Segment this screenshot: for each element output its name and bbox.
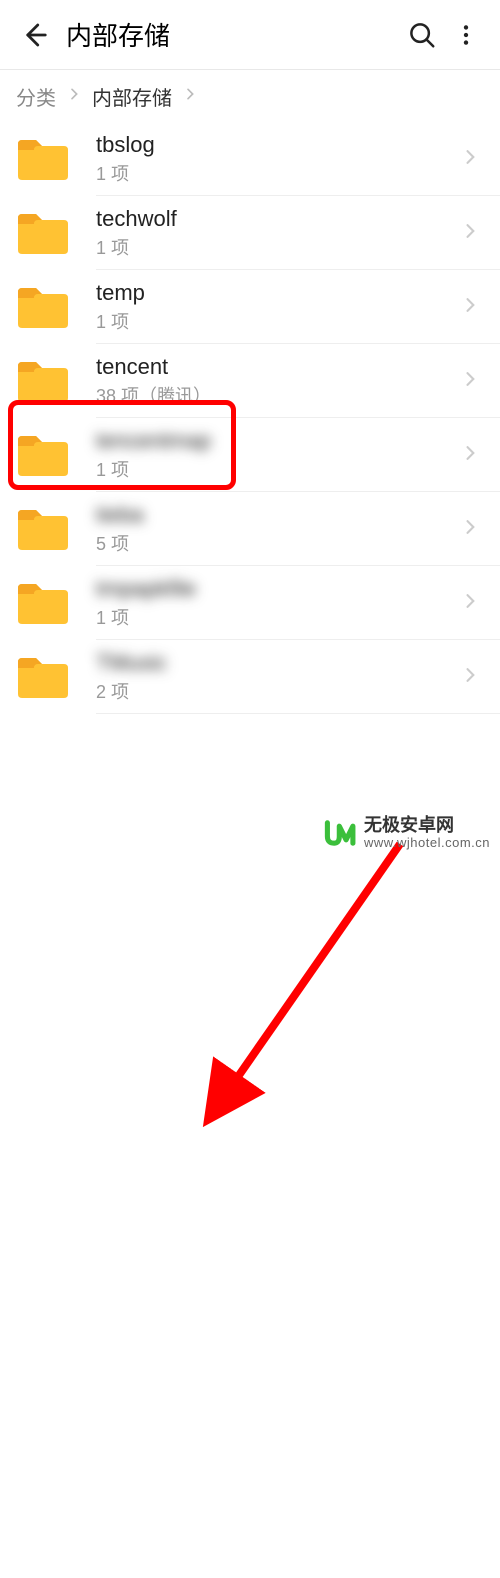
folder-icon bbox=[16, 654, 70, 700]
chevron-right-icon bbox=[66, 85, 82, 108]
chevron-right-icon bbox=[456, 221, 484, 246]
folder-name: tieba bbox=[96, 502, 456, 528]
search-icon[interactable] bbox=[400, 13, 444, 57]
folder-name: tencentmap bbox=[96, 428, 456, 454]
chevron-right-icon bbox=[456, 591, 484, 616]
list-item[interactable]: TMusic2 项 bbox=[0, 640, 500, 714]
chevron-right-icon bbox=[456, 295, 484, 320]
item-count: 2 项 bbox=[96, 678, 456, 704]
folder-icon bbox=[16, 506, 70, 552]
chevron-right-icon bbox=[456, 443, 484, 468]
folder-icon bbox=[16, 136, 70, 182]
watermark-logo-icon bbox=[324, 816, 358, 850]
crumb-current[interactable]: 内部存储 bbox=[92, 82, 172, 111]
chevron-right-icon bbox=[456, 369, 484, 394]
item-count: 1 项 bbox=[96, 160, 456, 186]
list-item[interactable]: temp1 项 bbox=[0, 270, 500, 344]
back-icon[interactable] bbox=[12, 13, 56, 57]
list-item[interactable]: tbslog1 项 bbox=[0, 122, 500, 196]
breadcrumb: 分类 内部存储 bbox=[0, 70, 500, 122]
list-item[interactable]: tencent38 项（腾讯） bbox=[0, 344, 500, 418]
folder-name: tbslog bbox=[96, 132, 456, 158]
item-text: techwolf1 项 bbox=[96, 206, 456, 260]
folder-name: tmpapkfile bbox=[96, 576, 456, 602]
folder-icon bbox=[16, 284, 70, 330]
folder-list: tbslog1 项techwolf1 项temp1 项tencent38 项（腾… bbox=[0, 122, 500, 714]
watermark-title: 无极安卓网 bbox=[364, 816, 490, 836]
header-bar: 内部存储 bbox=[0, 0, 500, 70]
item-text: tencent38 项（腾讯） bbox=[96, 354, 456, 408]
list-item[interactable]: tmpapkfile1 项 bbox=[0, 566, 500, 640]
item-count: 5 项 bbox=[96, 530, 456, 556]
chevron-right-icon bbox=[182, 85, 198, 108]
item-count: 1 项 bbox=[96, 604, 456, 630]
item-text: TMusic2 项 bbox=[96, 650, 456, 704]
chevron-right-icon bbox=[456, 147, 484, 172]
chevron-right-icon bbox=[456, 665, 484, 690]
more-icon[interactable] bbox=[444, 13, 488, 57]
list-item[interactable]: tieba5 项 bbox=[0, 492, 500, 566]
folder-icon bbox=[16, 358, 70, 404]
item-text: temp1 项 bbox=[96, 280, 456, 334]
item-text: tencentmap1 项 bbox=[96, 428, 456, 482]
folder-icon bbox=[16, 580, 70, 626]
page-title: 内部存储 bbox=[66, 16, 400, 53]
watermark-url: www.wjhotel.com.cn bbox=[364, 836, 490, 850]
item-text: tmpapkfile1 项 bbox=[96, 576, 456, 630]
crumb-root[interactable]: 分类 bbox=[16, 82, 56, 111]
folder-icon bbox=[16, 210, 70, 256]
list-item[interactable]: techwolf1 项 bbox=[0, 196, 500, 270]
folder-name: techwolf bbox=[96, 206, 456, 232]
chevron-right-icon bbox=[456, 517, 484, 542]
folder-name: tencent bbox=[96, 354, 456, 380]
item-text: tieba5 项 bbox=[96, 502, 456, 556]
watermark: 无极安卓网 www.wjhotel.com.cn bbox=[324, 816, 490, 850]
folder-icon bbox=[16, 432, 70, 478]
item-count: 1 项 bbox=[96, 456, 456, 482]
item-count: 38 项（腾讯） bbox=[96, 382, 456, 408]
item-count: 1 项 bbox=[96, 308, 456, 334]
folder-name: temp bbox=[96, 280, 456, 306]
list-item[interactable]: tencentmap1 项 bbox=[0, 418, 500, 492]
folder-name: TMusic bbox=[96, 650, 456, 676]
item-count: 1 项 bbox=[96, 234, 456, 260]
item-text: tbslog1 项 bbox=[96, 132, 456, 186]
